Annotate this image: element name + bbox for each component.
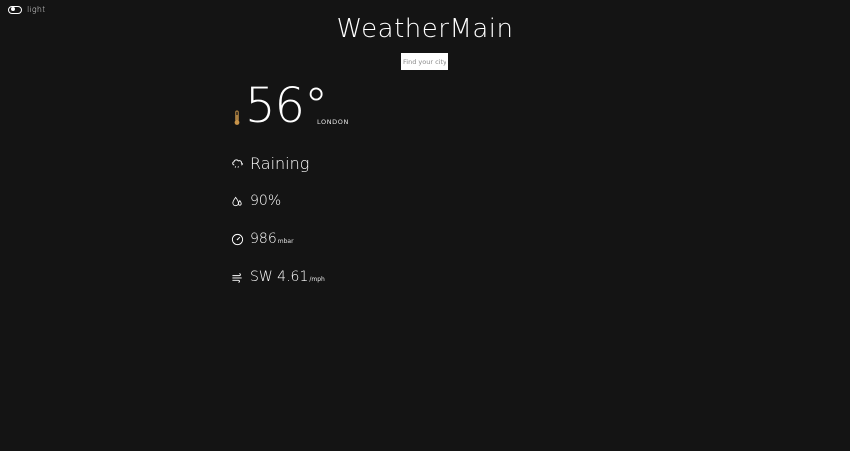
pressure-row: 986 mbar [231,231,294,247]
toggle-knob [10,7,15,12]
condition-row: Raining [231,154,309,173]
city-search-input[interactable] [401,53,448,70]
pressure-gauge-icon [231,233,244,245]
temperature-value: 56° [245,78,328,134]
pressure-value: 986 [250,231,277,247]
city-name: LONDON [317,118,349,126]
wind-row: SW 4.61 /mph [231,269,325,285]
humidity-icon [232,196,242,206]
wind-value: SW 4.61 [250,269,309,285]
humidity-row: 90% [231,193,281,209]
pressure-unit: mbar [277,238,294,245]
theme-toggle[interactable]: light [8,5,45,14]
wind-unit: /mph [309,276,325,283]
app-title: WeatherMain [336,14,514,44]
toggle-switch-icon[interactable] [8,5,22,14]
theme-toggle-label: light [27,5,46,14]
cloud-rain-icon [232,159,243,168]
condition-value: Raining [250,154,310,173]
wind-icon [232,272,242,283]
humidity-value: 90% [250,193,282,209]
thermometer-icon [234,110,240,125]
